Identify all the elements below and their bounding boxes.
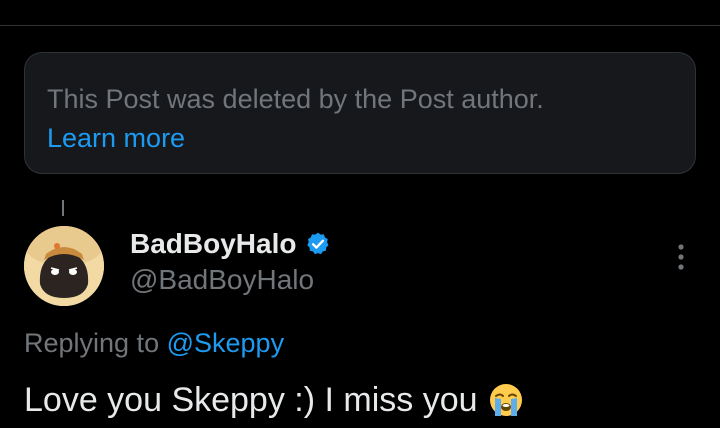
- learn-more-link[interactable]: Learn more: [47, 119, 673, 157]
- replying-to-mention[interactable]: @Skeppy: [167, 328, 284, 358]
- author-name[interactable]: BadBoyHalo: [130, 226, 296, 262]
- post-text: Love you Skeppy :) I miss you: [24, 381, 478, 419]
- more-options-icon[interactable]: [668, 240, 694, 274]
- thread-connector-line: [62, 200, 64, 216]
- replying-to-label: Replying to: [24, 328, 160, 358]
- deleted-notice-text: This Post was deleted by the Post author…: [47, 84, 544, 114]
- post-body: Love you Skeppy :) I miss you: [24, 378, 524, 422]
- avatar-image: [24, 226, 104, 306]
- author-handle[interactable]: @BadBoyHalo: [130, 262, 314, 298]
- deleted-post-notice: This Post was deleted by the Post author…: [24, 52, 696, 174]
- avatar[interactable]: [24, 226, 104, 306]
- verified-badge-icon: [307, 232, 329, 255]
- top-divider: [0, 25, 720, 26]
- loudly-crying-face-icon: [489, 384, 522, 416]
- replying-to-line: Replying to @Skeppy: [24, 324, 284, 362]
- author-name-row[interactable]: BadBoyHalo: [130, 226, 331, 262]
